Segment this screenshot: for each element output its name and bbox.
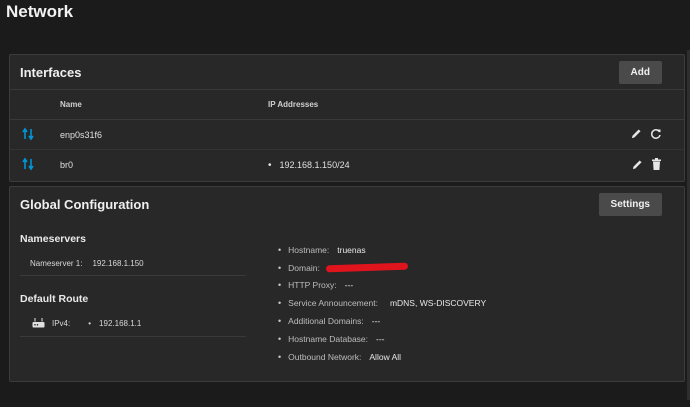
interfaces-header: Interfaces Add xyxy=(10,55,684,90)
interfaces-table-header: Name IP Addresses xyxy=(10,90,684,120)
interface-name: br0 xyxy=(60,160,74,170)
settings-button[interactable]: Settings xyxy=(598,192,662,216)
link-status-icon xyxy=(10,157,60,173)
interfaces-title: Interfaces xyxy=(20,64,82,80)
detail-hostname-database: Hostname Database: --- xyxy=(278,330,486,348)
add-interface-button[interactable]: Add xyxy=(618,60,662,84)
column-header-ip[interactable]: IP Addresses xyxy=(268,100,684,109)
table-row[interactable]: enp0s31f6 xyxy=(10,120,684,150)
nameserver-label: Nameserver 1: xyxy=(30,259,83,268)
reset-icon[interactable] xyxy=(650,128,662,142)
link-status-icon xyxy=(10,127,60,143)
global-configuration-body: Nameservers Nameserver 1: 192.168.1.150 … xyxy=(10,221,684,387)
nameserver-value: 192.168.1.150 xyxy=(92,259,144,268)
detail-outbound-network: Outbound Network: Allow All xyxy=(278,348,486,366)
detail-hostname: Hostname: truenas xyxy=(278,241,486,259)
default-route-label: IPv4: xyxy=(52,318,71,328)
redaction-mark xyxy=(325,262,408,273)
edit-icon[interactable] xyxy=(631,128,642,141)
default-route-row: IPv4: • 192.168.1.1 xyxy=(20,310,246,337)
column-header-name[interactable]: Name xyxy=(60,100,268,109)
global-configuration-title: Global Configuration xyxy=(20,196,150,212)
nameserver-row: Nameserver 1: 192.168.1.150 xyxy=(20,252,246,276)
configuration-details: Hostname: truenas Domain: HTTP Proxy: --… xyxy=(278,241,486,366)
interface-name: enp0s31f6 xyxy=(60,129,103,140)
global-configuration-card: Global Configuration Settings Nameserver… xyxy=(9,186,685,382)
detail-http-proxy: HTTP Proxy: --- xyxy=(278,277,486,295)
interface-ip: 192.168.1.150/24 xyxy=(268,160,624,171)
detail-domain: Domain: xyxy=(278,259,486,277)
global-configuration-header: Global Configuration Settings xyxy=(10,187,684,221)
detail-service-announcement: Service Announcement: mDNS, WS-DISCOVERY xyxy=(278,294,486,312)
page-title: Network xyxy=(6,2,74,21)
table-row[interactable]: br0 192.168.1.150/24 xyxy=(10,150,684,180)
detail-additional-domains: Additional Domains: --- xyxy=(278,312,486,330)
interfaces-card: Interfaces Add Name IP Addresses enp0s31… xyxy=(9,54,685,182)
default-route-value: 192.168.1.1 xyxy=(99,318,142,328)
delete-icon[interactable] xyxy=(651,158,662,172)
router-icon xyxy=(32,317,45,330)
nameservers-title: Nameservers xyxy=(20,233,86,245)
default-route-title: Default Route xyxy=(20,293,89,305)
edit-icon[interactable] xyxy=(632,159,643,172)
